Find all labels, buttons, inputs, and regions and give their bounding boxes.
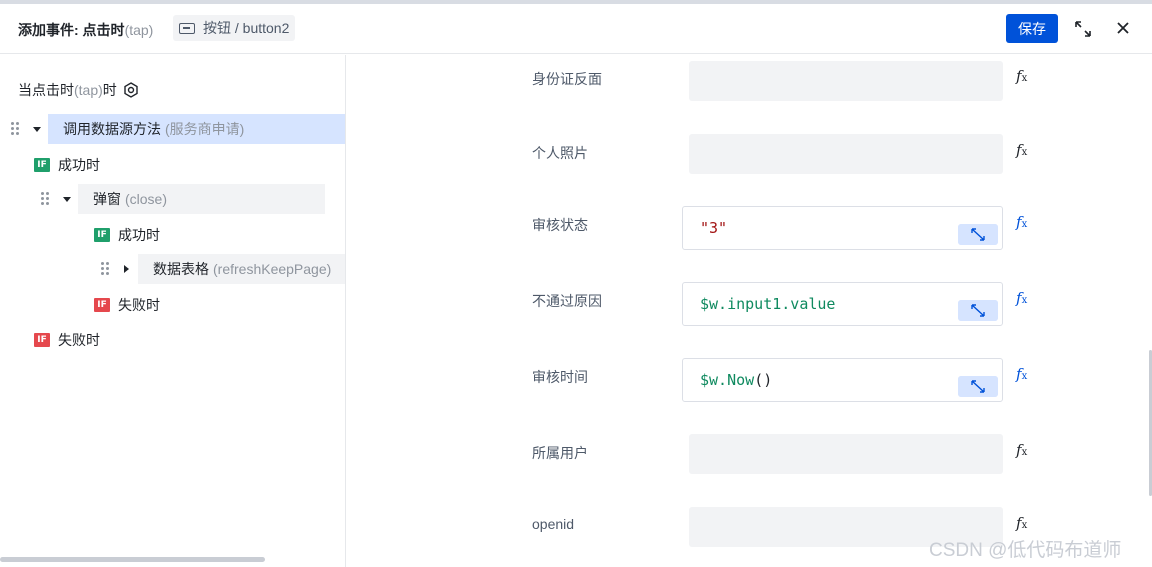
dialog-header: 添加事件: 点击时(tap) 按钮 / button2 保存 bbox=[0, 4, 1152, 54]
expression-input[interactable]: $w.input1.value bbox=[682, 282, 1003, 326]
fx-icon[interactable]: fx bbox=[1016, 67, 1027, 85]
fx-icon[interactable]: fx bbox=[1016, 213, 1027, 231]
component-id: button2 bbox=[242, 20, 290, 36]
field-label: 不通过原因 bbox=[532, 293, 602, 309]
params-panel: 身份证反面 fx 个人照片 fx 审核状态 "3" fx 不通过原因 $w.in… bbox=[347, 55, 1152, 567]
tree-row-popup[interactable]: 弹窗 (close) bbox=[40, 184, 325, 214]
drag-handle-icon[interactable] bbox=[40, 191, 50, 207]
trigger-label: 当点击时 (tap) 时 bbox=[18, 80, 139, 100]
if-success-icon: IF bbox=[94, 228, 110, 242]
fx-icon[interactable]: fx bbox=[1016, 365, 1027, 383]
event-tree-panel: 当点击时 (tap) 时 调用数据源方法 (服务商申请) IF 成功时 弹窗 (clos… bbox=[0, 55, 346, 567]
branch-success-1[interactable]: IF 成功时 bbox=[34, 155, 100, 175]
action-data-table[interactable]: 数据表格 (refreshKeepPage) bbox=[138, 254, 345, 284]
branch-fail-1[interactable]: IF 失败时 bbox=[34, 330, 100, 350]
field-input[interactable] bbox=[689, 434, 1003, 474]
action-datasource[interactable]: 调用数据源方法 (服务商申请) bbox=[48, 114, 345, 144]
field-label: openid bbox=[532, 516, 575, 532]
fx-icon[interactable]: fx bbox=[1016, 514, 1027, 532]
field-label: 身份证反面 bbox=[532, 71, 602, 87]
close-icon[interactable] bbox=[1114, 19, 1132, 37]
dialog-title: 添加事件: 点击时(tap) bbox=[18, 22, 154, 38]
drag-handle-icon[interactable] bbox=[100, 261, 110, 277]
expand-caret-icon[interactable] bbox=[124, 265, 129, 273]
expand-editor-icon[interactable] bbox=[958, 376, 998, 397]
expression-value: $w.input1.value bbox=[700, 295, 836, 313]
field-input[interactable] bbox=[689, 61, 1003, 101]
component-tag[interactable]: 按钮 / button2 bbox=[173, 15, 296, 41]
component-button-icon bbox=[179, 22, 195, 34]
expression-input[interactable]: $w.Now() bbox=[682, 358, 1003, 402]
fx-icon[interactable]: fx bbox=[1016, 141, 1027, 159]
expression-input[interactable]: "3" bbox=[682, 206, 1003, 250]
component-separator: / bbox=[231, 20, 243, 36]
expression-value: "3" bbox=[700, 219, 728, 237]
fx-icon[interactable]: fx bbox=[1016, 289, 1027, 307]
field-label: 个人照片 bbox=[532, 145, 588, 161]
field-label: 审核时间 bbox=[532, 369, 588, 385]
gear-icon[interactable] bbox=[123, 82, 139, 98]
if-fail-icon: IF bbox=[94, 298, 110, 312]
horizontal-scrollbar[interactable] bbox=[0, 557, 265, 562]
action-popup[interactable]: 弹窗 (close) bbox=[78, 184, 325, 214]
expand-editor-icon[interactable] bbox=[958, 224, 998, 245]
expand-editor-icon[interactable] bbox=[958, 300, 998, 321]
if-fail-icon: IF bbox=[34, 333, 50, 347]
drag-handle-icon[interactable] bbox=[10, 121, 20, 137]
expand-icon[interactable] bbox=[1073, 19, 1093, 39]
branch-success-2[interactable]: IF 成功时 bbox=[94, 225, 160, 245]
tree-row-table[interactable]: 数据表格 (refreshKeepPage) bbox=[100, 254, 345, 284]
component-type: 按钮 bbox=[203, 20, 231, 36]
field-label: 审核状态 bbox=[532, 217, 588, 233]
expression-value: $w.Now() bbox=[700, 371, 773, 389]
if-success-icon: IF bbox=[34, 158, 50, 172]
tree-row-datasource[interactable]: 调用数据源方法 (服务商申请) bbox=[10, 114, 345, 144]
fx-icon[interactable]: fx bbox=[1016, 441, 1027, 459]
watermark: CSDN @低代码布道师 bbox=[929, 540, 1122, 561]
collapse-caret-icon[interactable] bbox=[63, 196, 71, 202]
collapse-caret-icon[interactable] bbox=[33, 126, 41, 132]
field-label: 所属用户 bbox=[532, 445, 588, 461]
field-input[interactable] bbox=[689, 134, 1003, 174]
branch-fail-2[interactable]: IF 失败时 bbox=[94, 295, 160, 315]
save-button[interactable]: 保存 bbox=[1006, 14, 1058, 43]
